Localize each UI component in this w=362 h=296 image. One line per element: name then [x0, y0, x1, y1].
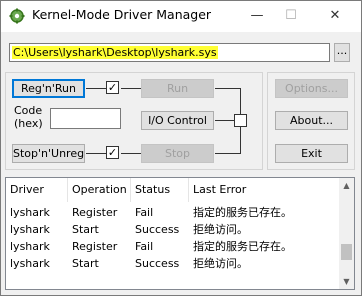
browse-button[interactable]: ... — [334, 43, 350, 62]
scroll-up-icon[interactable]: ▲ — [339, 178, 354, 193]
cell-error: 指定的服务已存在。 — [193, 240, 292, 253]
code-label: Code (hex) — [14, 104, 43, 130]
connector-line — [121, 88, 141, 89]
io-control-button[interactable]: I/O Control — [141, 111, 214, 130]
connector-line — [86, 88, 106, 89]
unregister-checkbox[interactable]: ✓ — [106, 146, 119, 159]
cell-status: Success — [135, 223, 180, 236]
app-icon — [9, 8, 25, 24]
register-run-button[interactable]: Reg'n'Run — [12, 79, 85, 98]
cell-operation: Register — [72, 240, 118, 253]
bracket-top — [215, 88, 241, 89]
io-control-checkbox[interactable] — [234, 114, 247, 127]
cell-driver: lyshark — [10, 223, 50, 236]
about-button[interactable]: About... — [275, 111, 348, 130]
ioctl-connector — [215, 120, 234, 121]
cell-status: Success — [135, 257, 180, 270]
stop-unregister-button[interactable]: Stop'n'Unreg — [12, 144, 85, 163]
cell-status: Fail — [135, 240, 154, 253]
table-row[interactable]: lyshark Start Success 拒绝访问。 — [6, 255, 339, 272]
stop-button[interactable]: Stop — [141, 144, 214, 163]
maximize-button[interactable]: ☐ — [274, 1, 308, 31]
close-button[interactable]: ✕ — [318, 1, 352, 31]
cell-error: 拒绝访问。 — [193, 223, 248, 236]
cell-driver: lyshark — [10, 240, 50, 253]
scroll-down-icon[interactable]: ▼ — [339, 274, 354, 289]
table-row[interactable]: lyshark Register Fail 指定的服务已存在。 — [6, 238, 339, 255]
code-label-line2: (hex) — [14, 117, 43, 130]
column-header-driver[interactable]: Driver — [6, 178, 68, 202]
cell-status: Fail — [135, 206, 154, 219]
bracket-bottom — [215, 153, 241, 154]
table-row[interactable]: lyshark Start Success 拒绝访问。 — [6, 221, 339, 238]
driver-path-text: C:\Users\lyshark\Desktop\lyshark.sys — [12, 46, 218, 59]
cell-driver: lyshark — [10, 206, 50, 219]
register-checkbox[interactable]: ✓ — [106, 81, 119, 94]
connector-line — [86, 153, 106, 154]
driver-path-input[interactable]: C:\Users\lyshark\Desktop\lyshark.sys — [9, 43, 330, 62]
column-header-status[interactable]: Status — [131, 178, 189, 202]
code-hex-input[interactable] — [50, 108, 121, 129]
code-label-line1: Code — [14, 104, 43, 117]
minimize-button[interactable]: — — [240, 1, 274, 31]
log-table[interactable]: Driver Operation Status Last Error lysha… — [5, 177, 355, 290]
column-header-last-error[interactable]: Last Error — [189, 178, 339, 202]
vertical-scrollbar[interactable]: ▲ ▼ — [339, 178, 354, 289]
window-title: Kernel-Mode Driver Manager — [32, 7, 212, 22]
exit-button[interactable]: Exit — [275, 144, 348, 163]
scroll-thumb[interactable] — [341, 244, 352, 260]
cell-error: 拒绝访问。 — [193, 257, 248, 270]
cell-operation: Start — [72, 223, 99, 236]
table-row[interactable]: lyshark Register Fail 指定的服务已存在。 — [6, 204, 339, 221]
cell-operation: Start — [72, 257, 99, 270]
connector-line — [121, 153, 141, 154]
cell-operation: Register — [72, 206, 118, 219]
column-header-operation[interactable]: Operation — [68, 178, 131, 202]
run-button[interactable]: Run — [141, 79, 214, 98]
options-button[interactable]: Options... — [275, 79, 348, 98]
cell-driver: lyshark — [10, 257, 50, 270]
cell-error: 指定的服务已存在。 — [193, 206, 292, 219]
